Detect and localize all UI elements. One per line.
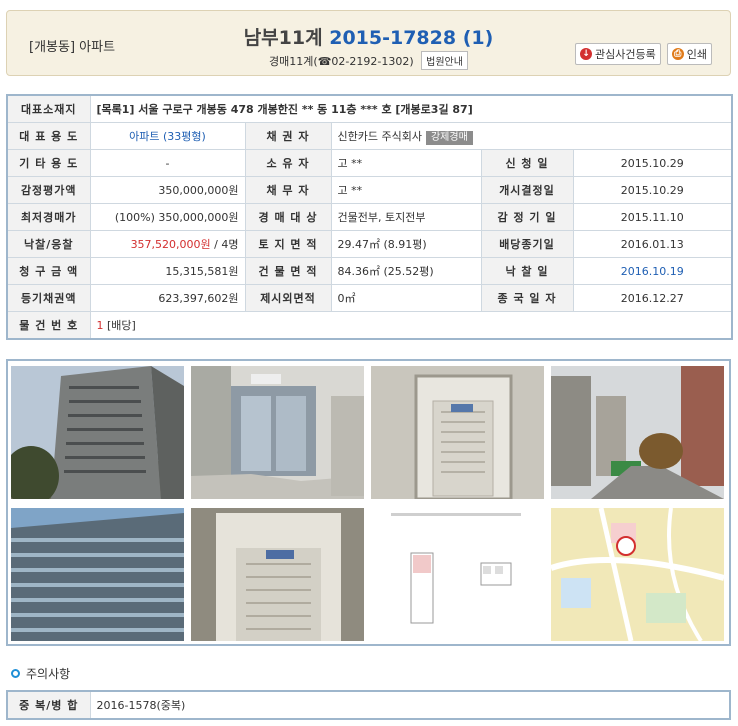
download-icon: ↓ (580, 48, 593, 60)
start-decision-value: 2015.10.29 (572, 176, 733, 204)
winning-price: 357,520,000원 (130, 238, 211, 251)
street-view-image (551, 366, 724, 499)
auction-date-value: 2016.10.19 (572, 257, 733, 285)
item-no-cell: 1 [배당] (89, 311, 733, 340)
creditor-value: 신한카드 주식회사 (337, 129, 422, 143)
apply-date-label: 신 청 일 (480, 149, 574, 177)
door-closeup-image (191, 508, 364, 641)
case-number: 2015-17828 (1) (329, 27, 494, 49)
table-row: 최저경매가 (100%) 350,000,000원 경 매 대 상 건물전부, … (6, 203, 733, 231)
target-value: 건물전부, 토지전부 (330, 203, 482, 231)
photo-location-map[interactable] (551, 508, 724, 641)
address-label: 대표소재지 (6, 94, 91, 123)
floor-plan-image (371, 508, 544, 641)
claim-label: 청 구 금 액 (6, 257, 91, 285)
table-row: 청 구 금 액 15,315,581원 건 물 면 적 84.36㎡ (25.5… (6, 257, 733, 285)
case-header: [개봉동] 아파트 남부11계 2015-17828 (1) 경매11계(☎02… (6, 10, 731, 76)
usage-value[interactable]: 아파트 (33평형) (89, 122, 246, 150)
photo-apartment-exterior[interactable] (11, 366, 184, 499)
print-button[interactable]: ⎙ 인쇄 (666, 43, 712, 65)
apply-date-value: 2015.10.29 (572, 149, 733, 177)
excluded-area-label: 제시외면적 (244, 284, 332, 312)
table-row: 감정평가액 350,000,000원 채 무 자 고 ** 개시결정일 2015… (6, 176, 733, 204)
header-actions: ↓ 관심사건등록 ⎙ 인쇄 (575, 43, 712, 65)
registered-claim-label: 등기채권액 (6, 284, 91, 312)
appraisal-period-label: 감 정 기 일 (480, 203, 574, 231)
building-area-label: 건 물 면 적 (244, 257, 332, 285)
other-usage-value: - (89, 149, 246, 177)
court-name: 남부11계 (243, 27, 323, 49)
bookmark-case-button[interactable]: ↓ 관심사건등록 (575, 43, 661, 65)
usage-label: 대 표 용 도 (6, 122, 91, 150)
min-price-label: 최저경매가 (6, 203, 91, 231)
table-row: 물 건 번 호 1 [배당] (6, 311, 733, 340)
photo-gallery (6, 359, 731, 646)
notice-heading-text: 주의사항 (26, 666, 71, 681)
table-row: 대표소재지 [목록1] 서울 구로구 개봉동 478 개봉한진 ** 동 11층… (6, 94, 733, 123)
photo-floor-plan[interactable] (371, 508, 544, 641)
creditor-label: 채 권 자 (244, 122, 332, 150)
table-row: 등기채권액 623,397,602원 제시외면적 0㎡ 종 국 일 자 2016… (6, 284, 733, 312)
land-area-value: 29.47㎡ (8.91평) (330, 230, 482, 258)
photo-building-entrance[interactable] (191, 366, 364, 499)
table-row: 중 복/병 합 2016-1578(중복) (6, 690, 731, 720)
bookmark-case-label: 관심사건등록 (595, 48, 656, 61)
print-label: 인쇄 (686, 48, 707, 61)
print-icon: ⎙ (671, 48, 684, 60)
table-row: 낙찰/응찰 357,520,000원 / 4명 토 지 면 적 29.47㎡ (… (6, 230, 733, 258)
land-area-label: 토 지 면 적 (244, 230, 332, 258)
registered-claim-value: 623,397,602원 (89, 284, 246, 312)
min-price-value: (100%) 350,000,000원 (89, 203, 246, 231)
owner-label: 소 유 자 (244, 149, 332, 177)
location-map-image (551, 508, 724, 641)
notice-heading: 주의사항 (6, 662, 731, 684)
apartment-exterior-image (11, 366, 184, 499)
building-entrance-image (191, 366, 364, 499)
start-decision-label: 개시결정일 (480, 176, 574, 204)
bullet-circle-icon (11, 668, 20, 678)
appraisal-label: 감정평가액 (6, 176, 91, 204)
appraisal-value: 350,000,000원 (89, 176, 246, 204)
item-no-label: 물 건 번 호 (6, 311, 91, 340)
apartment-facade-image (11, 508, 184, 641)
photo-unit-door[interactable] (371, 366, 544, 499)
building-area-value: 84.36㎡ (25.52평) (330, 257, 482, 285)
photo-apartment-facade[interactable] (11, 508, 184, 641)
table-row: 기 타 용 도 - 소 유 자 고 ** 신 청 일 2015.10.29 (6, 149, 733, 177)
court-guide-button[interactable]: 법원안내 (421, 51, 468, 70)
court-contact: 경매11계(☎02-2192-1302) (269, 55, 414, 68)
dup-label: 중 복/병 합 (6, 690, 91, 720)
debtor-label: 채 무 자 (244, 176, 332, 204)
table-row: 대 표 용 도 아파트 (33평형) 채 권 자 신한카드 주식회사 강제경매 (6, 122, 733, 150)
item-no-value[interactable]: 1 (97, 319, 104, 332)
dup-value: 2016-1578(중복) (89, 690, 731, 720)
target-label: 경 매 대 상 (244, 203, 332, 231)
other-usage-label: 기 타 용 도 (6, 149, 91, 177)
claim-value: 15,315,581원 (89, 257, 246, 285)
photo-door-closeup[interactable] (191, 508, 364, 641)
notice-table: 중 복/병 합 2016-1578(중복) (6, 690, 731, 720)
end-date-label: 종 국 일 자 (480, 284, 574, 312)
dividend-value: 2016.01.13 (572, 230, 733, 258)
winning-cell: 357,520,000원 / 4명 (89, 230, 246, 258)
appraisal-period-value: 2015.11.10 (572, 203, 733, 231)
item-no-note: [배당] (103, 319, 136, 332)
photo-street-view[interactable] (551, 366, 724, 499)
address-value: [목록1] 서울 구로구 개봉동 478 개봉한진 ** 동 11층 *** 호… (89, 94, 733, 123)
auction-date-label: 낙 찰 일 (480, 257, 574, 285)
excluded-area-value: 0㎡ (330, 284, 482, 312)
end-date-value: 2016.12.27 (572, 284, 733, 312)
creditor-cell: 신한카드 주식회사 강제경매 (330, 122, 733, 150)
dividend-label: 배당종기일 (480, 230, 574, 258)
auction-type-badge: 강제경매 (425, 130, 473, 145)
winning-bidders: / 4명 (210, 238, 239, 251)
unit-door-image (371, 366, 544, 499)
debtor-value: 고 ** (330, 176, 482, 204)
case-info-table: 대표소재지 [목록1] 서울 구로구 개봉동 478 개봉한진 ** 동 11층… (6, 94, 734, 340)
owner-value: 고 ** (330, 149, 482, 177)
winning-label: 낙찰/응찰 (6, 230, 91, 258)
